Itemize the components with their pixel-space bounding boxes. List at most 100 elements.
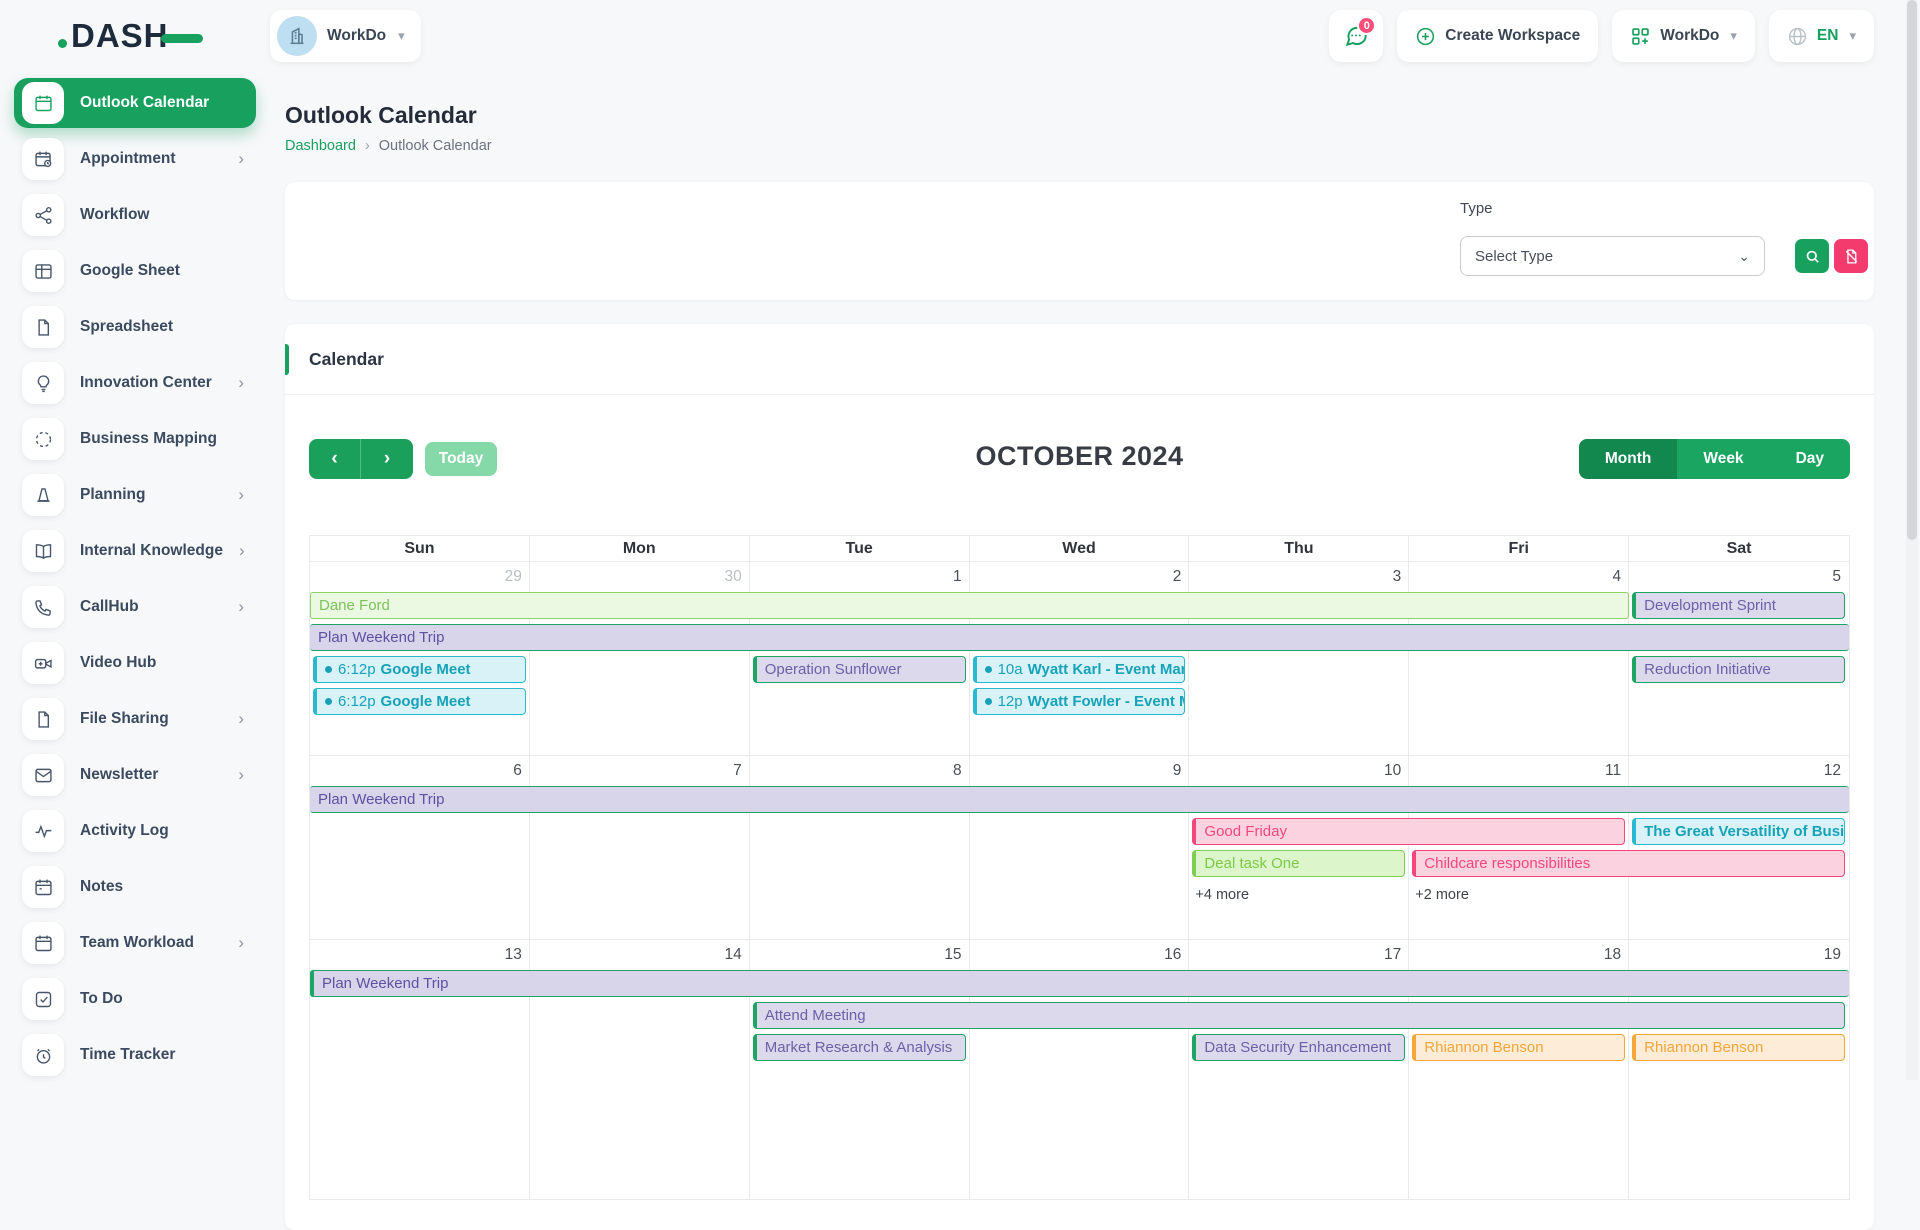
sidebar-item-google-sheet[interactable]: Google Sheet <box>14 246 256 296</box>
date-cell-12[interactable]: 12 <box>1629 756 1849 786</box>
calendar-event[interactable]: Deal task One <box>1192 850 1405 877</box>
sidebar-item-spreadsheet[interactable]: Spreadsheet <box>14 302 256 352</box>
event-title: Attend Meeting <box>765 1007 866 1024</box>
date-cell-29[interactable]: 29 <box>310 562 530 592</box>
sidebar-item-file-sharing[interactable]: File Sharing› <box>14 694 256 744</box>
view-day-button[interactable]: Day <box>1770 439 1850 479</box>
calendar-event[interactable]: The Great Versatility of Business Jo <box>1632 818 1845 845</box>
sidebar-item-outlook-calendar[interactable]: Outlook Calendar <box>14 78 256 128</box>
calendar-event[interactable]: Plan Weekend Trip <box>310 624 1849 651</box>
calendar-week-row: 13141516171819Plan Weekend Trip Attend Me… <box>310 940 1849 1200</box>
calendar-event[interactable]: Childcare responsibilities <box>1412 850 1845 877</box>
calendar-event[interactable]: 6:12pGoogle Meet <box>313 656 526 683</box>
search-button[interactable] <box>1795 239 1829 273</box>
date-cell-13[interactable]: 13 <box>310 940 530 970</box>
view-switcher: MonthWeekDay <box>1579 439 1850 479</box>
sidebar-item-innovation-center[interactable]: Innovation Center› <box>14 358 256 408</box>
sidebar-item-label: Team Workload <box>80 934 194 952</box>
date-cell-2[interactable]: 2 <box>970 562 1190 592</box>
date-cell-7[interactable]: 7 <box>530 756 750 786</box>
date-cell-9[interactable]: 9 <box>970 756 1190 786</box>
calendar-event[interactable]: 6:12pGoogle Meet <box>313 688 526 715</box>
sidebar-item-time-tracker[interactable]: Time Tracker <box>14 1030 256 1080</box>
sidebar-item-workflow[interactable]: Workflow <box>14 190 256 240</box>
sidebar-item-notes[interactable]: Notes <box>14 862 256 912</box>
logo-dash <box>161 34 203 43</box>
calendar-event[interactable]: Attend Meeting <box>753 1002 1845 1029</box>
app-logo: DASH <box>0 17 270 55</box>
more-events-link[interactable]: +4 more <box>1189 882 1409 914</box>
calendar-section-title: Calendar <box>309 349 384 370</box>
date-cell-10[interactable]: 10 <box>1189 756 1409 786</box>
workspace-switcher[interactable]: WorkDo ▾ <box>270 10 421 62</box>
date-cell-18[interactable]: 18 <box>1409 940 1629 970</box>
sidebar-item-callhub[interactable]: CallHub› <box>14 582 256 632</box>
sidebar-item-newsletter[interactable]: Newsletter› <box>14 750 256 800</box>
date-cell-8[interactable]: 8 <box>750 756 970 786</box>
file-icon <box>22 698 64 740</box>
sidebar-item-to-do[interactable]: To Do <box>14 974 256 1024</box>
date-cell-6[interactable]: 6 <box>310 756 530 786</box>
type-select[interactable]: Select Type ⌄ <box>1460 236 1765 276</box>
page-scrollbar[interactable] <box>1906 0 1918 1080</box>
sidebar-item-video-hub[interactable]: Video Hub <box>14 638 256 688</box>
workdo-menu-button[interactable]: WorkDo ▾ <box>1612 10 1755 62</box>
calendar-event[interactable]: Rhiannon Benson <box>1412 1034 1625 1061</box>
sidebar-item-activity-log[interactable]: Activity Log <box>14 806 256 856</box>
day-header-sun: Sun <box>310 536 530 561</box>
sidebar-item-label: CallHub <box>80 598 139 616</box>
grid-plus-icon <box>1630 26 1651 47</box>
day-header-mon: Mon <box>530 536 750 561</box>
calendar-event[interactable]: Dane Ford <box>310 592 1629 619</box>
prev-month-button[interactable]: ‹ <box>309 439 361 479</box>
more-events-link[interactable]: +2 more <box>1409 882 1629 914</box>
date-cell-17[interactable]: 17 <box>1189 940 1409 970</box>
date-cell-1[interactable]: 1 <box>750 562 970 592</box>
create-workspace-label: Create Workspace <box>1445 27 1580 45</box>
file-icon <box>22 306 64 348</box>
sidebar-item-label: To Do <box>80 990 123 1008</box>
calendar-event[interactable]: 12pWyatt Fowler - Event Man <box>973 688 1186 715</box>
chevron-right-icon: › <box>239 541 249 561</box>
reset-filter-button[interactable] <box>1834 239 1868 273</box>
create-workspace-button[interactable]: Create Workspace <box>1397 10 1598 62</box>
filter-card: Type Select Type ⌄ <box>285 182 1874 300</box>
date-cell-11[interactable]: 11 <box>1409 756 1629 786</box>
scrollbar-thumb[interactable] <box>1907 0 1917 540</box>
calendar-event[interactable]: Plan Weekend Trip <box>310 786 1849 813</box>
day-header-sat: Sat <box>1629 536 1849 561</box>
sidebar-item-team-workload[interactable]: Team Workload› <box>14 918 256 968</box>
calendar-event[interactable]: Data Security Enhancement <box>1192 1034 1405 1061</box>
date-cell-16[interactable]: 16 <box>970 940 1190 970</box>
breadcrumb-dashboard-link[interactable]: Dashboard <box>285 138 356 154</box>
messages-button[interactable]: 0 <box>1329 10 1383 62</box>
date-cell-14[interactable]: 14 <box>530 940 750 970</box>
sidebar-item-planning[interactable]: Planning› <box>14 470 256 520</box>
calendar-event[interactable]: Good Friday <box>1192 818 1625 845</box>
globe-icon <box>1787 26 1808 47</box>
language-selector[interactable]: EN ▾ <box>1769 10 1874 62</box>
view-month-button[interactable]: Month <box>1579 439 1677 479</box>
today-button[interactable]: Today <box>425 442 497 476</box>
calendar-event[interactable]: 10aWyatt Karl - Event Manag <box>973 656 1186 683</box>
calendar-event[interactable]: Operation Sunflower <box>753 656 966 683</box>
sidebar-item-appointment[interactable]: Appointment› <box>14 134 256 184</box>
calendar-event[interactable]: Plan Weekend Trip <box>310 970 1849 997</box>
sidebar-item-business-mapping[interactable]: Business Mapping <box>14 414 256 464</box>
view-week-button[interactable]: Week <box>1677 439 1769 479</box>
event-time: 6:12p <box>338 693 376 710</box>
date-cell-4[interactable]: 4 <box>1409 562 1629 592</box>
calendar-event[interactable]: Development Sprint <box>1632 592 1845 619</box>
calendar-event[interactable]: Rhiannon Benson <box>1632 1034 1845 1061</box>
date-cell-15[interactable]: 15 <box>750 940 970 970</box>
date-cell-19[interactable]: 19 <box>1629 940 1849 970</box>
date-cell-5[interactable]: 5 <box>1629 562 1849 592</box>
sidebar-item-label: Video Hub <box>80 654 156 672</box>
date-cell-3[interactable]: 3 <box>1189 562 1409 592</box>
sidebar-item-internal-knowledge[interactable]: Internal Knowledge› <box>14 526 256 576</box>
date-cell-30[interactable]: 30 <box>530 562 750 592</box>
calendar-event[interactable]: Market Research & Analysis <box>753 1034 966 1061</box>
next-month-button[interactable]: › <box>361 439 413 479</box>
chevron-right-icon: › <box>238 709 248 729</box>
calendar-event[interactable]: Reduction Initiative <box>1632 656 1845 683</box>
